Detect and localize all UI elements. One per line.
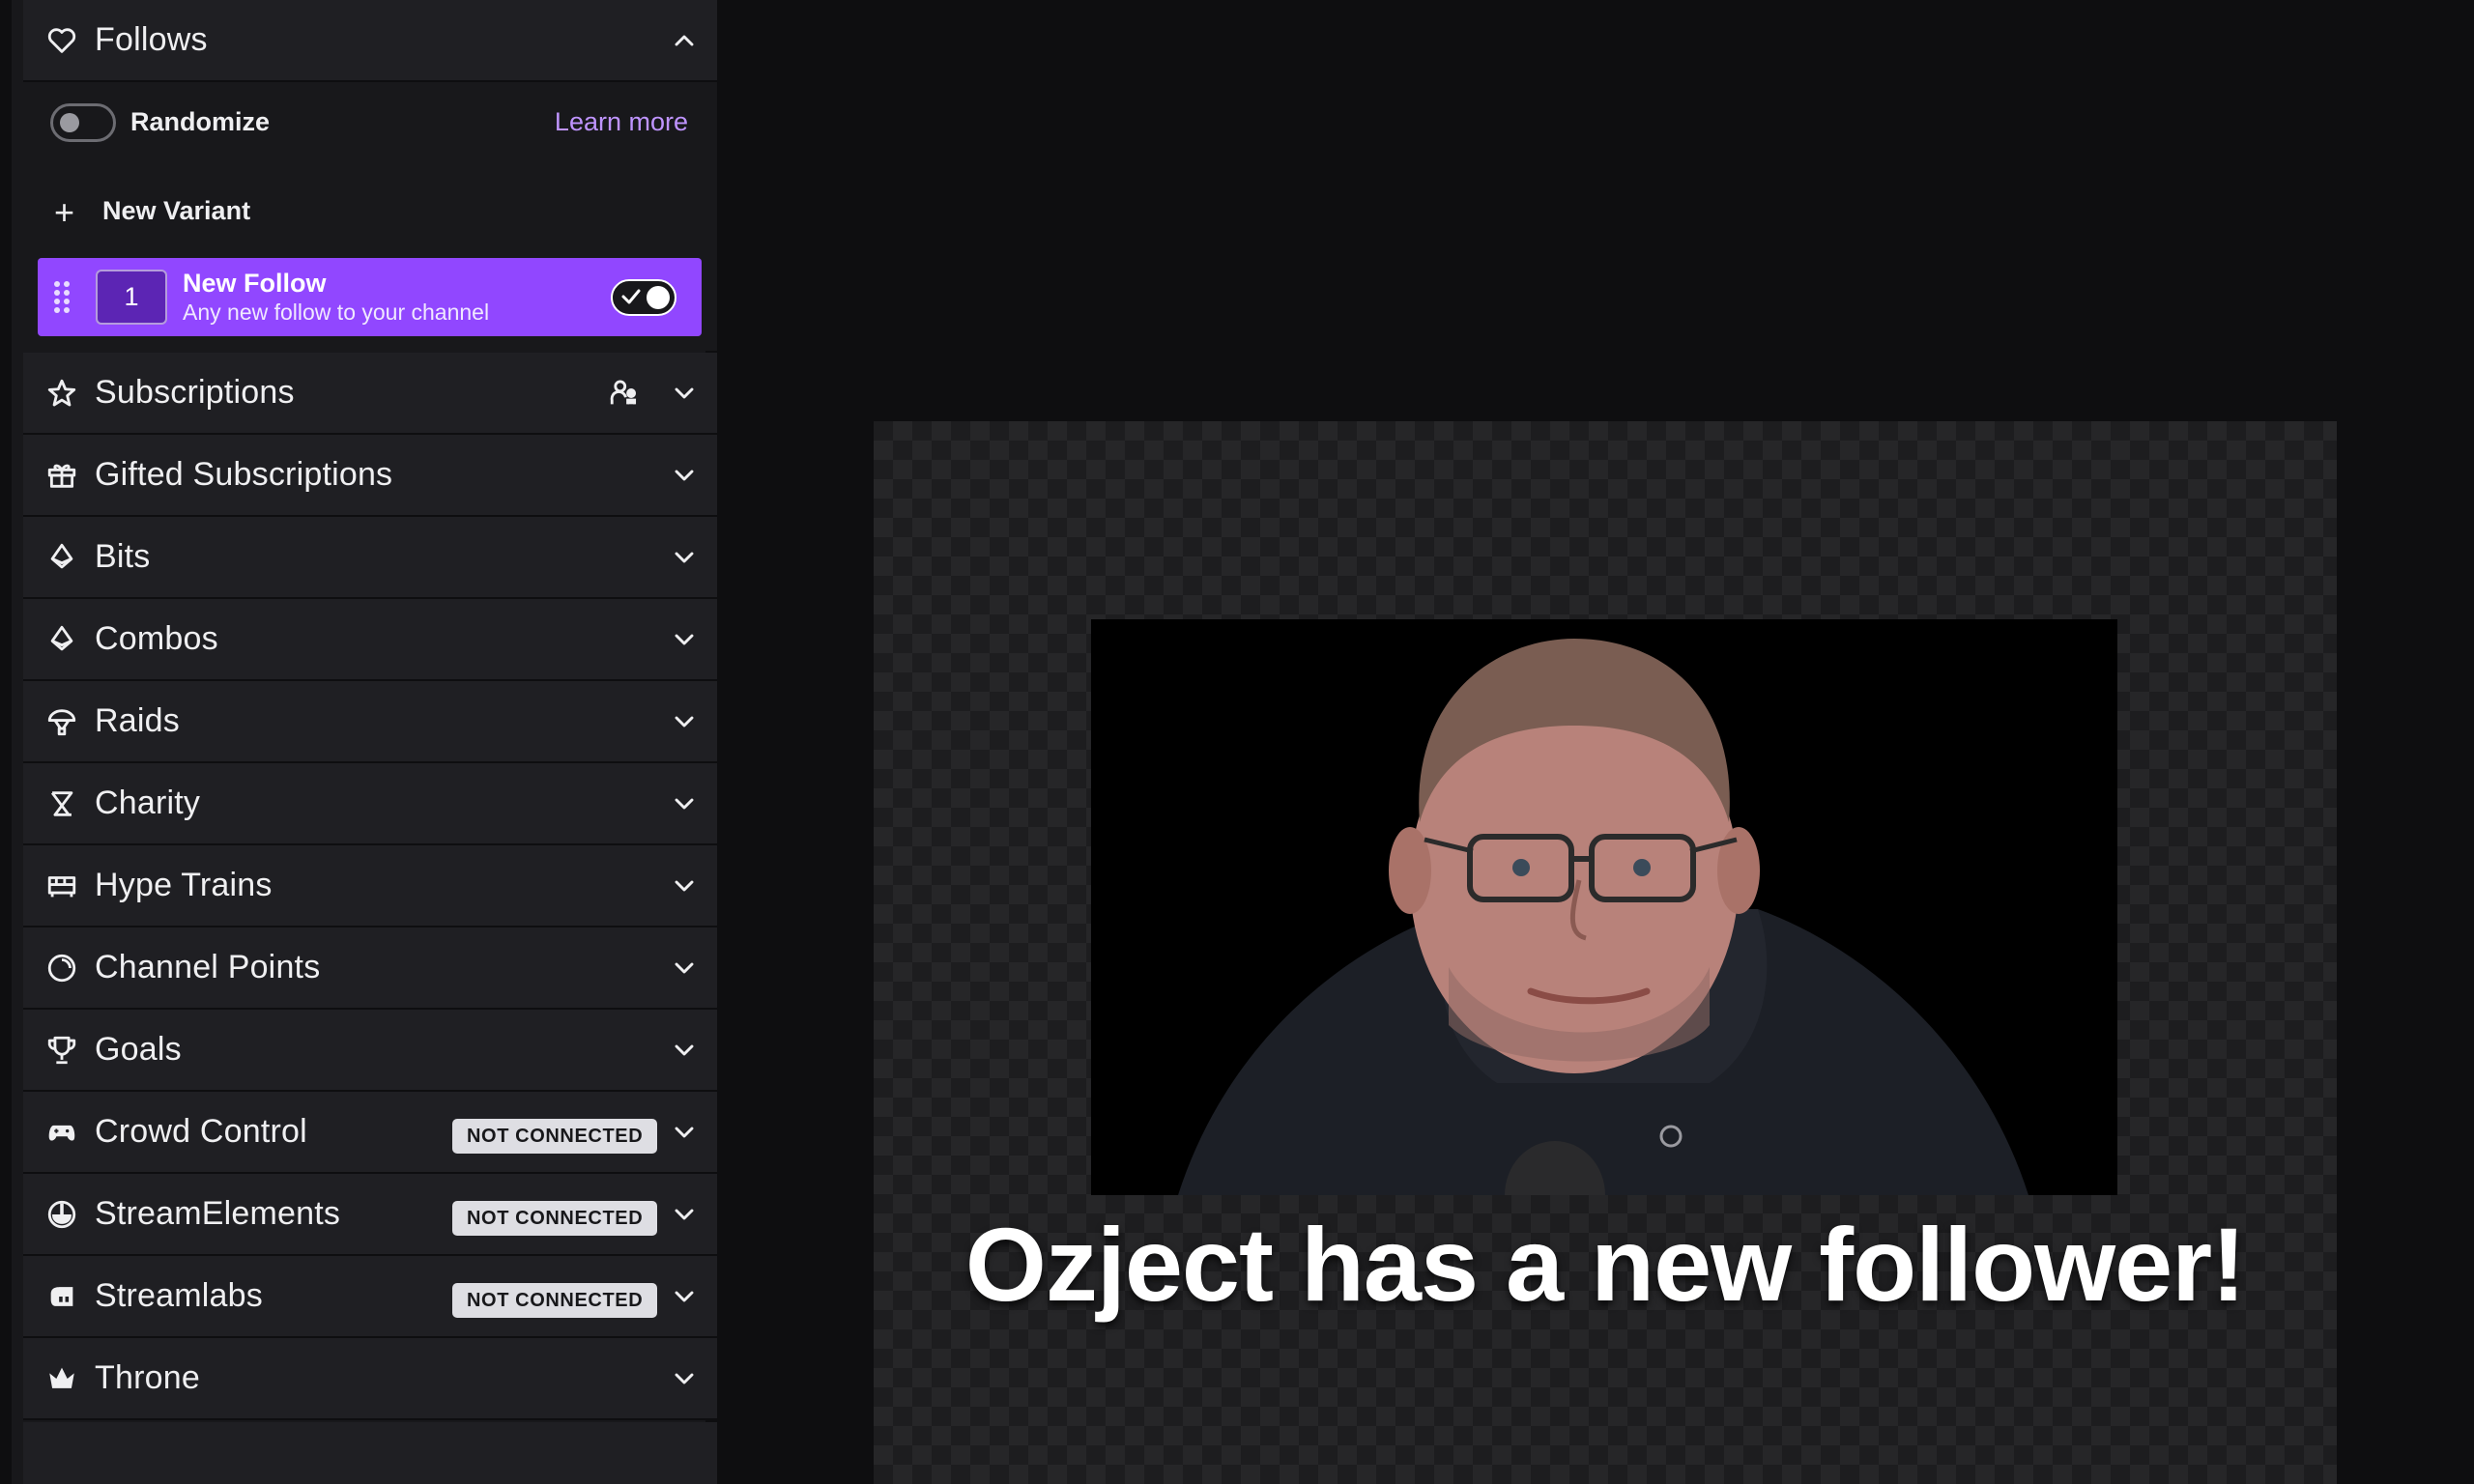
sidebar-footer	[23, 1422, 717, 1484]
plus-icon[interactable]: +	[54, 195, 74, 230]
trophy-icon	[44, 1033, 79, 1068]
section-charity[interactable]: Charity	[23, 763, 717, 845]
not-connected-badge: NOT CONNECTED	[452, 1201, 658, 1236]
train-icon	[44, 869, 79, 903]
alerts-sidebar: Follows Randomize Learn more + New Varia…	[0, 0, 717, 1484]
section-title: Streamlabs	[95, 1277, 263, 1314]
chevron-down-icon[interactable]	[669, 706, 700, 737]
section-streamlabs[interactable]: Streamlabs NOT CONNECTED	[23, 1256, 717, 1338]
section-title: Combos	[95, 620, 218, 657]
star-icon	[44, 376, 79, 411]
section-combos[interactable]: Combos	[23, 599, 717, 681]
section-title: Follows	[95, 21, 208, 58]
crown-icon	[44, 1361, 79, 1396]
chevron-down-icon[interactable]	[669, 460, 700, 491]
variant-enable-toggle[interactable]	[611, 279, 676, 316]
alert-preview-canvas: Ozject has a new follower!	[874, 421, 2337, 1484]
section-title: Goals	[95, 1031, 182, 1068]
chevron-down-icon[interactable]	[669, 1117, 700, 1148]
check-icon	[621, 289, 641, 304]
section-bits[interactable]: Bits	[23, 517, 717, 599]
chevron-down-icon[interactable]	[669, 542, 700, 573]
section-title: Bits	[95, 538, 151, 575]
learn-more-link[interactable]: Learn more	[555, 107, 688, 137]
drag-handle-icon[interactable]	[51, 279, 72, 316]
channel-points-icon	[44, 951, 79, 985]
toggle-knob	[60, 113, 79, 132]
section-title: Gifted Subscriptions	[95, 456, 393, 493]
not-connected-badge: NOT CONNECTED	[452, 1119, 658, 1154]
chevron-down-icon[interactable]	[669, 788, 700, 819]
section-title: Charity	[95, 785, 201, 821]
section-title: Channel Points	[95, 949, 321, 985]
user-group-icon[interactable]	[607, 376, 642, 411]
section-throne[interactable]: Throne	[23, 1338, 717, 1420]
section-crowd-control[interactable]: Crowd Control NOT CONNECTED	[23, 1092, 717, 1174]
charity-icon	[44, 786, 79, 821]
gamepad-icon	[44, 1115, 79, 1150]
webcam-video	[1091, 619, 2117, 1195]
chevron-down-icon[interactable]	[669, 1199, 700, 1230]
randomize-toggle[interactable]	[50, 103, 116, 142]
section-title: Raids	[95, 702, 180, 739]
heart-icon	[44, 23, 79, 58]
chevron-down-icon[interactable]	[669, 624, 700, 655]
section-streamelements[interactable]: StreamElements NOT CONNECTED	[23, 1174, 717, 1256]
raid-icon	[44, 704, 79, 739]
streamelements-icon	[44, 1197, 79, 1232]
chevron-down-icon[interactable]	[669, 870, 700, 901]
streamlabs-icon	[44, 1279, 79, 1314]
combos-icon	[44, 622, 79, 657]
section-gifted-subscriptions[interactable]: Gifted Subscriptions	[23, 435, 717, 517]
section-title: StreamElements	[95, 1195, 341, 1232]
section-title: Subscriptions	[95, 374, 295, 411]
section-title: Crowd Control	[95, 1113, 307, 1150]
chevron-up-icon[interactable]	[669, 25, 700, 56]
section-title: Hype Trains	[95, 867, 273, 903]
chevron-down-icon[interactable]	[669, 378, 700, 409]
chevron-down-icon[interactable]	[669, 953, 700, 984]
chevron-down-icon[interactable]	[669, 1281, 700, 1312]
new-variant-button[interactable]: New Variant	[102, 196, 250, 226]
section-channel-points[interactable]: Channel Points	[23, 928, 717, 1010]
chevron-down-icon[interactable]	[669, 1035, 700, 1066]
section-title: Throne	[95, 1359, 200, 1396]
variant-new-follow[interactable]: 1 New Follow Any new follow to your chan…	[38, 258, 702, 336]
section-follows[interactable]: Follows	[23, 0, 717, 82]
toggle-knob	[647, 286, 670, 309]
gift-icon	[44, 458, 79, 493]
section-subscriptions[interactable]: Subscriptions	[23, 353, 717, 435]
bits-icon	[44, 540, 79, 575]
variant-number: 1	[96, 270, 167, 325]
variant-title: New Follow	[183, 269, 327, 298]
not-connected-badge: NOT CONNECTED	[452, 1283, 658, 1318]
alert-message: Ozject has a new follower!	[964, 1206, 2246, 1323]
section-hype-trains[interactable]: Hype Trains	[23, 845, 717, 928]
chevron-down-icon[interactable]	[669, 1363, 700, 1394]
streamer-image	[1091, 619, 2117, 1195]
variant-subtitle: Any new follow to your channel	[183, 300, 490, 325]
section-goals[interactable]: Goals	[23, 1010, 717, 1092]
section-raids[interactable]: Raids	[23, 681, 717, 763]
randomize-label: Randomize	[130, 107, 271, 136]
